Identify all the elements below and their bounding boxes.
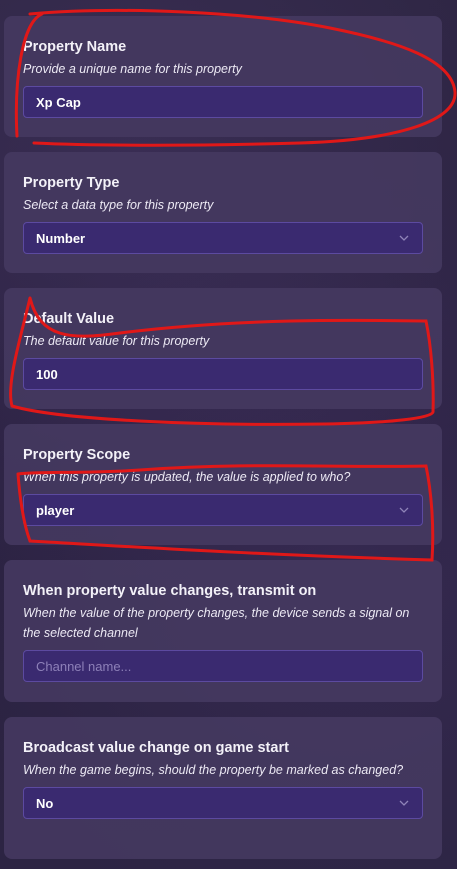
property-scope-select[interactable]: player	[23, 494, 423, 526]
property-name-input[interactable]	[36, 94, 410, 110]
chevron-down-icon	[399, 800, 409, 806]
chevron-down-icon	[399, 235, 409, 241]
property-type-title: Property Type	[23, 175, 120, 191]
property-type-description: Select a data type for this property	[23, 198, 214, 212]
default-value-description: The default value for this property	[23, 334, 210, 348]
channel-name-input[interactable]	[36, 658, 410, 674]
property-scope-description: When this property is updated, the value…	[23, 470, 351, 484]
chevron-down-icon	[399, 507, 409, 513]
transmit-on-card: When property value changes, transmit on…	[4, 560, 442, 702]
channel-name-field[interactable]	[23, 650, 423, 682]
property-name-field[interactable]	[23, 86, 423, 118]
property-scope-card: Property Scope When this property is upd…	[4, 424, 442, 545]
transmit-on-title: When property value changes, transmit on	[23, 583, 317, 599]
broadcast-on-start-selected-value: No	[36, 795, 54, 811]
property-scope-title: Property Scope	[23, 447, 131, 463]
property-scope-selected-value: player	[36, 502, 75, 518]
property-name-description: Provide a unique name for this property	[23, 62, 242, 76]
property-name-card: Property Name Provide a unique name for …	[4, 16, 442, 137]
property-name-title: Property Name	[23, 39, 127, 55]
default-value-field[interactable]	[23, 358, 423, 390]
broadcast-on-start-select[interactable]: No	[23, 787, 423, 819]
broadcast-on-start-description: When the game begins, should the propert…	[23, 763, 404, 777]
default-value-input[interactable]	[36, 366, 410, 382]
broadcast-on-start-title: Broadcast value change on game start	[23, 740, 289, 756]
property-type-select[interactable]: Number	[23, 222, 423, 254]
property-type-card: Property Type Select a data type for thi…	[4, 152, 442, 273]
default-value-title: Default Value	[23, 311, 115, 327]
transmit-on-description: When the value of the property changes, …	[23, 606, 410, 640]
broadcast-on-start-card: Broadcast value change on game start Whe…	[4, 717, 442, 859]
default-value-card: Default Value The default value for this…	[4, 288, 442, 409]
property-type-selected-value: Number	[36, 230, 86, 246]
